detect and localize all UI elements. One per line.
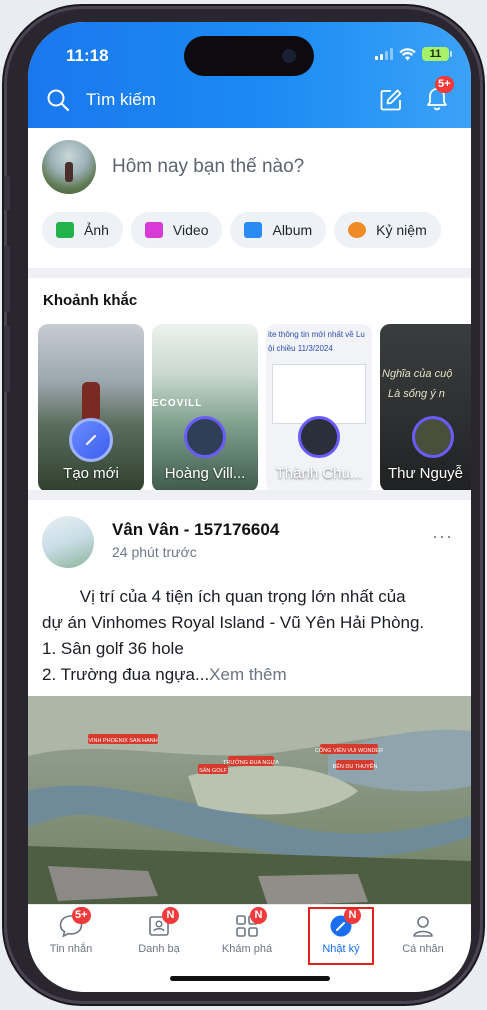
chip-album[interactable]: Album — [230, 212, 327, 248]
volume-up-button — [4, 246, 10, 312]
section-divider — [28, 268, 471, 278]
story-avatar — [298, 416, 340, 458]
post-line: dự án Vinhomes Royal Island - Vũ Yên Hải… — [42, 613, 425, 632]
story-avatar — [412, 416, 454, 458]
post-line: 1. Sân golf 36 hole — [42, 639, 184, 658]
pencil-icon — [86, 435, 96, 445]
volume-down-button — [4, 326, 10, 392]
status-prompt[interactable]: Hôm nay bạn thế nào? — [112, 156, 304, 178]
tab-discover[interactable]: N Khám phá — [204, 907, 290, 955]
post-image[interactable]: VINH PHOENIX SAN HANH SÂN GOLF TRƯỜNG ĐU… — [28, 696, 471, 910]
post-line-last: 2. Trường đua ngựa...Xem thêm — [28, 662, 471, 688]
story-script-text: Nghĩa của cuộ — [382, 368, 453, 380]
map-label: TRƯỜNG ĐUA NGỰA — [223, 759, 279, 766]
tab-label: Danh bạ — [138, 943, 180, 955]
story-label: Hoàng Vill... — [164, 465, 246, 482]
screen: 11:18 11 Tìm kiếm 5+ Hôm nay bạn thế nào… — [28, 22, 471, 992]
section-divider — [28, 490, 471, 500]
story-avatar — [184, 416, 226, 458]
post-timestamp: 24 phút trước — [112, 544, 197, 560]
story-create[interactable]: Tạo mới — [38, 324, 144, 492]
post-line: Vị trí của 4 tiện ích quan trọng lớn nhấ… — [42, 587, 406, 606]
create-story-button[interactable] — [69, 418, 113, 462]
profile-icon — [413, 916, 433, 937]
camera-icon — [282, 49, 296, 63]
chip-label: Album — [272, 222, 313, 238]
tab-contacts[interactable]: N Danh bạ — [116, 907, 202, 955]
tab-profile[interactable]: Cá nhân — [380, 913, 466, 955]
story-screenshot — [272, 364, 366, 424]
moments-section: Khoảnh khắc Tạo mới ECOVILL Hoàng Vill..… — [28, 278, 471, 492]
map-label: CÔNG VIÊN VUI WONDER — [315, 746, 383, 754]
story-item[interactable]: ite thông tin mới nhất về Lu ội chiều 11… — [266, 324, 372, 492]
story-label: Thành Chu... — [275, 465, 363, 482]
memory-icon — [348, 222, 367, 238]
story-label: Thư Nguyễ — [387, 465, 464, 482]
story-item[interactable]: Nghĩa của cuộ Là sống ý n Thư Nguyễ — [380, 324, 471, 492]
feed-post: Vân Vân - 157176604 24 phút trước ··· Vị… — [28, 500, 471, 910]
chip-memory[interactable]: Kỷ niệm — [334, 212, 441, 248]
moments-title: Khoảnh khắc — [43, 292, 138, 309]
aerial-map-image: VINH PHOENIX SAN HANH SÂN GOLF TRƯỜNG ĐU… — [28, 696, 471, 910]
see-more-link[interactable]: Xem thêm — [209, 665, 286, 684]
person-figure — [82, 382, 100, 422]
status-icons: 11 — [375, 47, 452, 61]
story-label: Tạo mới — [63, 465, 119, 482]
map-label: SÂN GOLF — [199, 767, 227, 774]
status-composer: Hôm nay bạn thế nào? Ảnh Video Album Kỷ … — [28, 128, 471, 268]
wifi-icon — [399, 47, 416, 60]
post-author-name[interactable]: Vân Vân - 157176604 — [112, 520, 279, 540]
user-avatar[interactable] — [42, 140, 96, 194]
search-bar[interactable]: Tìm kiếm — [46, 88, 156, 112]
tab-messages[interactable]: 5+ Tin nhắn — [28, 907, 114, 955]
tab-label: Tin nhắn — [49, 943, 93, 955]
album-icon — [244, 222, 263, 238]
search-icon — [47, 89, 70, 112]
contacts-badge: N — [162, 907, 179, 924]
status-time: 11:18 — [66, 46, 109, 65]
active-tab-highlight — [308, 907, 374, 965]
composer-chips: Ảnh Video Album Kỷ niệm — [42, 212, 441, 248]
battery-icon: 11 — [422, 47, 452, 61]
map-label: VINH PHOENIX SAN HANH — [88, 738, 157, 744]
compose-button[interactable] — [379, 88, 403, 117]
home-indicator[interactable] — [170, 976, 330, 981]
story-headline: ite thông tin mới nhất về Lu — [268, 330, 365, 339]
more-options-icon[interactable]: ··· — [432, 526, 453, 547]
post-author-avatar[interactable] — [42, 516, 94, 568]
chip-label: Video — [172, 222, 209, 238]
story-subline: ội chiều 11/3/2024 — [268, 344, 333, 353]
chip-video[interactable]: Video — [130, 212, 223, 248]
tab-label: Khám phá — [221, 943, 273, 955]
story-item[interactable]: ECOVILL Hoàng Vill... — [152, 324, 258, 492]
signal-icon — [375, 48, 393, 60]
notifications-button[interactable]: 5+ — [425, 76, 454, 117]
app-header: 11:18 11 Tìm kiếm 5+ — [28, 22, 471, 128]
notification-badge: 5+ — [435, 76, 454, 93]
discover-badge: N — [250, 907, 267, 924]
messages-badge: 5+ — [72, 907, 91, 924]
tab-label: Cá nhân — [402, 943, 444, 955]
chip-photo[interactable]: Ảnh — [42, 212, 123, 248]
post-line: 2. Trường đua ngựa... — [42, 665, 210, 684]
post-body: Vị trí của 4 tiện ích quan trọng lớn nhấ… — [28, 584, 471, 688]
search-placeholder: Tìm kiếm — [86, 90, 156, 109]
story-overlay-text: ECOVILL — [152, 398, 203, 409]
mute-switch — [4, 176, 10, 210]
edit-icon — [380, 89, 402, 111]
story-script-text-2: Là sống ý n — [388, 388, 445, 400]
photo-icon — [56, 222, 74, 238]
chip-label: Ảnh — [84, 222, 109, 238]
video-icon — [144, 222, 163, 238]
map-label: BẾN DU THUYỀN — [333, 763, 378, 770]
dynamic-island — [184, 36, 314, 76]
chip-label: Kỷ niệm — [376, 222, 427, 238]
